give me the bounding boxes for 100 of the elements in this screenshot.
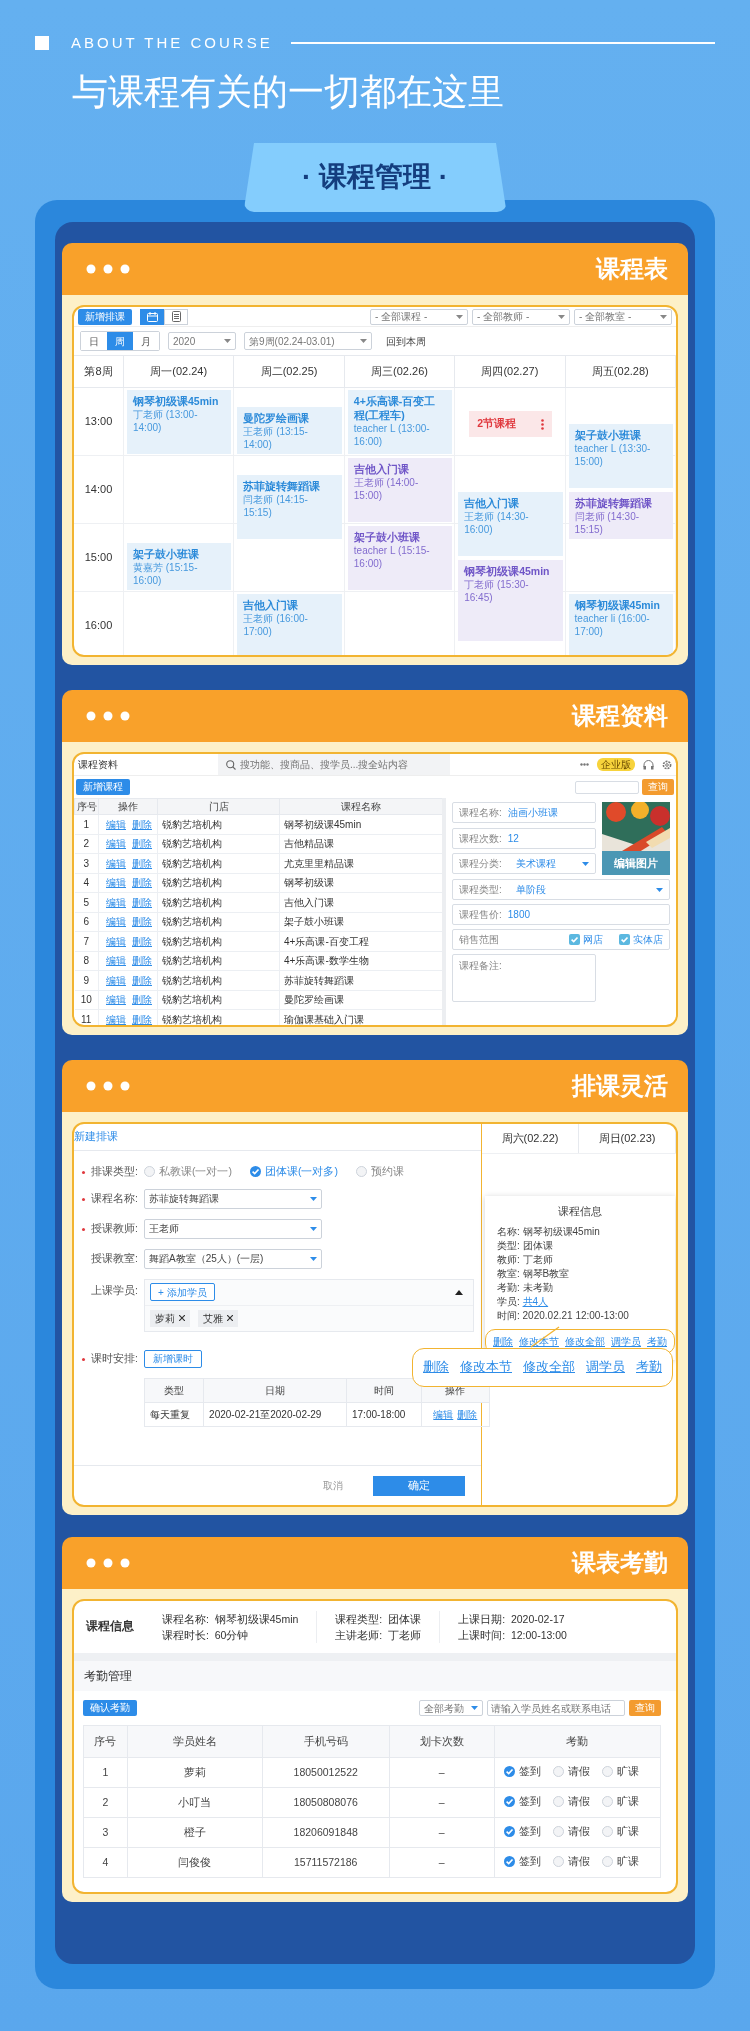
table-link[interactable]: 删除	[132, 1013, 152, 1025]
table-link[interactable]: 删除	[132, 896, 152, 908]
table-link[interactable]: 删除	[132, 974, 152, 986]
table-cell: 锐豹艺培机构	[157, 970, 280, 990]
edit-image-button[interactable]: 编辑图片	[602, 851, 670, 875]
action-link[interactable]: 考勤	[636, 1359, 662, 1376]
table-link[interactable]: 删除	[132, 955, 152, 967]
action-link[interactable]: 调学员	[611, 1335, 641, 1349]
table-link[interactable]: 编辑	[106, 818, 126, 830]
table-link[interactable]: 编辑	[106, 838, 126, 850]
table-link[interactable]: 编辑	[106, 877, 126, 889]
table-cell: 3	[74, 853, 99, 873]
table-link[interactable]: 编辑	[106, 896, 126, 908]
filter-select[interactable]: - 全部教师 -	[472, 308, 570, 325]
year-select[interactable]: 2020	[168, 332, 236, 350]
text-field[interactable]: 课程售价: 1800	[452, 904, 670, 925]
radio-option[interactable]: 请假	[552, 1824, 590, 1839]
radio-option[interactable]: 签到	[503, 1824, 541, 1839]
table-link[interactable]: 编辑	[106, 916, 126, 928]
action-link[interactable]: 修改全部	[565, 1335, 605, 1349]
event-detail: 闫老师 (14:15-15:15)	[243, 493, 309, 519]
caret-icon	[656, 887, 663, 892]
select-field[interactable]: 美术课程	[507, 857, 589, 871]
table-link[interactable]: 删除	[132, 935, 152, 947]
table-link[interactable]: 编辑	[106, 1013, 126, 1025]
confirm-button[interactable]: 确定	[373, 1475, 465, 1496]
view-mode-tab[interactable]: 周	[107, 332, 133, 350]
student-tag[interactable]: 萝莉	[150, 1309, 190, 1327]
action-link[interactable]: 修改全部	[523, 1359, 575, 1376]
table-link[interactable]: 删除	[132, 877, 152, 889]
search-field[interactable]: 请输入学员姓名或联系电话	[487, 1700, 625, 1716]
view-toggle[interactable]	[164, 308, 188, 325]
student-tag[interactable]: 艾雅	[198, 1309, 238, 1327]
action-link[interactable]: 删除	[493, 1335, 513, 1349]
table-cell: 18050012522	[262, 1757, 390, 1788]
radio-option[interactable]: 私教课(一对一)	[144, 1165, 232, 1179]
add-course-button[interactable]: 新增课程	[76, 779, 130, 795]
link[interactable]: 共4人	[522, 1296, 549, 1308]
radio-option[interactable]: 预约课	[356, 1165, 404, 1179]
table-link[interactable]: 编辑	[106, 994, 126, 1006]
table-cell: 橙子	[127, 1817, 263, 1848]
text-field[interactable]: 课程名称: 油画小班课	[452, 802, 596, 823]
table-link[interactable]: 删除	[457, 1408, 478, 1420]
table-cell: –	[389, 1817, 495, 1848]
table-link[interactable]: 删除	[132, 818, 152, 830]
action-link[interactable]: 考勤	[647, 1335, 667, 1349]
select-field[interactable]: 舞蹈A教室（25人）(一层)	[144, 1248, 322, 1269]
checkbox[interactable]: 实体店	[619, 933, 663, 946]
action-link[interactable]: 修改本节	[460, 1359, 512, 1376]
more-courses-chip[interactable]: 2节课程	[469, 411, 552, 437]
event-detail: 黄嘉芳 (15:15-16:00)	[133, 561, 199, 587]
view-toggle[interactable]	[140, 308, 164, 325]
table-link[interactable]: 删除	[132, 916, 152, 928]
week-select[interactable]: 第9周(02.24-03.01)	[244, 332, 372, 350]
action-link[interactable]: 修改本节	[519, 1335, 559, 1349]
search-field[interactable]: 搜功能、搜商品、搜学员...搜全站内容	[218, 754, 450, 775]
radio-option[interactable]: 旷课	[601, 1764, 639, 1779]
headset-icon	[643, 759, 654, 770]
radio-option[interactable]: 签到	[503, 1854, 541, 1869]
confirm-attendance-button[interactable]: 确认考勤	[83, 1700, 137, 1716]
filter-select[interactable]: - 全部课程 -	[370, 308, 468, 325]
radio-option[interactable]: 旷课	[601, 1824, 639, 1839]
table-link[interactable]: 编辑	[106, 935, 126, 947]
radio-option[interactable]: 旷课	[601, 1794, 639, 1809]
filter-select[interactable]: 全部考勤	[419, 1700, 483, 1716]
add-schedule-button[interactable]: 新增排课	[78, 308, 132, 325]
event-title: 钢琴初级课45min	[464, 564, 551, 578]
cancel-button[interactable]: 取消	[317, 1478, 349, 1493]
checkbox[interactable]: 网店	[569, 933, 603, 946]
table-link[interactable]: 删除	[132, 857, 152, 869]
table-link[interactable]: 删除	[132, 994, 152, 1006]
table-cell: 锐豹艺培机构	[157, 1009, 280, 1025]
select-field[interactable]: 单阶段	[507, 883, 663, 896]
table-link[interactable]: 编辑	[106, 857, 126, 869]
table-link[interactable]: 编辑	[433, 1408, 454, 1420]
required-dot-icon	[82, 1227, 85, 1231]
add-student-button[interactable]: + 添加学员	[150, 1283, 215, 1302]
query-button[interactable]: 查询	[642, 779, 674, 795]
query-button[interactable]: 查询	[629, 1700, 661, 1716]
radio-option[interactable]: 签到	[503, 1794, 541, 1809]
radio-option[interactable]: 请假	[552, 1854, 590, 1869]
filter-select[interactable]: - 全部教室 -	[574, 308, 672, 325]
action-link[interactable]: 调学员	[586, 1359, 625, 1376]
radio-option[interactable]: 请假	[552, 1764, 590, 1779]
search-field[interactable]	[575, 780, 639, 794]
table-link[interactable]: 编辑	[106, 974, 126, 986]
event-detail: 丁老师 (13:00-14:00)	[133, 408, 199, 434]
select-field[interactable]: 王老师	[144, 1218, 322, 1239]
add-lesson-button[interactable]: 新增课时	[144, 1349, 202, 1368]
current-week-link[interactable]: 回到本周	[386, 334, 426, 348]
text-field[interactable]: 课程次数: 12	[452, 827, 596, 849]
table-link[interactable]: 删除	[132, 838, 152, 850]
action-link[interactable]: 删除	[423, 1359, 449, 1376]
radio-option[interactable]: 旷课	[601, 1854, 639, 1869]
radio-option[interactable]: 团体课(一对多)	[250, 1165, 338, 1179]
radio-option[interactable]: 签到	[503, 1764, 541, 1779]
radio-option[interactable]: 请假	[552, 1794, 590, 1809]
event-detail: 闫老师 (14:30-15:15)	[574, 510, 641, 536]
table-link[interactable]: 编辑	[106, 955, 126, 967]
select-field[interactable]: 苏菲旋转舞蹈课	[144, 1188, 322, 1209]
